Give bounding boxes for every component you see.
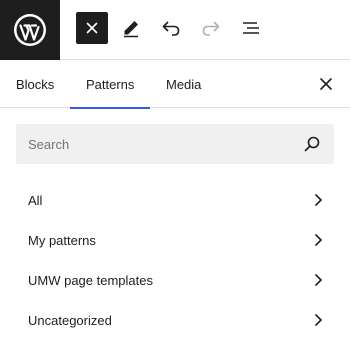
- category-item-uncategorized[interactable]: Uncategorized: [16, 300, 334, 340]
- close-inserter-button[interactable]: [76, 12, 108, 44]
- redo-icon: [202, 21, 220, 36]
- inserter-tabs: Blocks Patterns Media: [0, 60, 350, 109]
- category-label: Uncategorized: [28, 312, 112, 328]
- category-item-umw-page-templates[interactable]: UMW page templates: [16, 260, 334, 300]
- close-panel-button[interactable]: [314, 72, 338, 96]
- pattern-search: [16, 124, 334, 164]
- pattern-category-list: All My patterns UMW page templates Uncat…: [16, 180, 334, 340]
- category-item-my-patterns[interactable]: My patterns: [16, 220, 334, 260]
- tab-media[interactable]: Media: [150, 60, 217, 108]
- redo-button[interactable]: [195, 12, 227, 44]
- list-view-icon: [243, 22, 259, 34]
- close-icon: [86, 22, 98, 34]
- chevron-right-icon: [310, 272, 326, 288]
- category-label: My patterns: [28, 232, 96, 248]
- chevron-right-icon: [310, 192, 326, 208]
- pencil-icon: [124, 21, 138, 38]
- tab-blocks[interactable]: Blocks: [0, 60, 70, 108]
- block-inserter-panel: Blocks Patterns Media All My patterns: [0, 0, 350, 342]
- wordpress-logo-icon[interactable]: [0, 0, 60, 60]
- category-item-all[interactable]: All: [16, 180, 334, 220]
- undo-button[interactable]: [155, 12, 187, 44]
- close-icon: [320, 78, 332, 90]
- category-label: UMW page templates: [28, 272, 153, 288]
- editor-toolbar: [0, 0, 350, 60]
- search-input[interactable]: [16, 124, 334, 164]
- document-overview-button[interactable]: [235, 12, 267, 44]
- tab-patterns[interactable]: Patterns: [70, 60, 151, 109]
- search-icon[interactable]: [302, 134, 322, 154]
- category-label: All: [28, 192, 43, 208]
- chevron-right-icon: [310, 232, 326, 248]
- undo-icon: [162, 21, 180, 36]
- chevron-right-icon: [310, 312, 326, 328]
- tools-button[interactable]: [115, 12, 147, 44]
